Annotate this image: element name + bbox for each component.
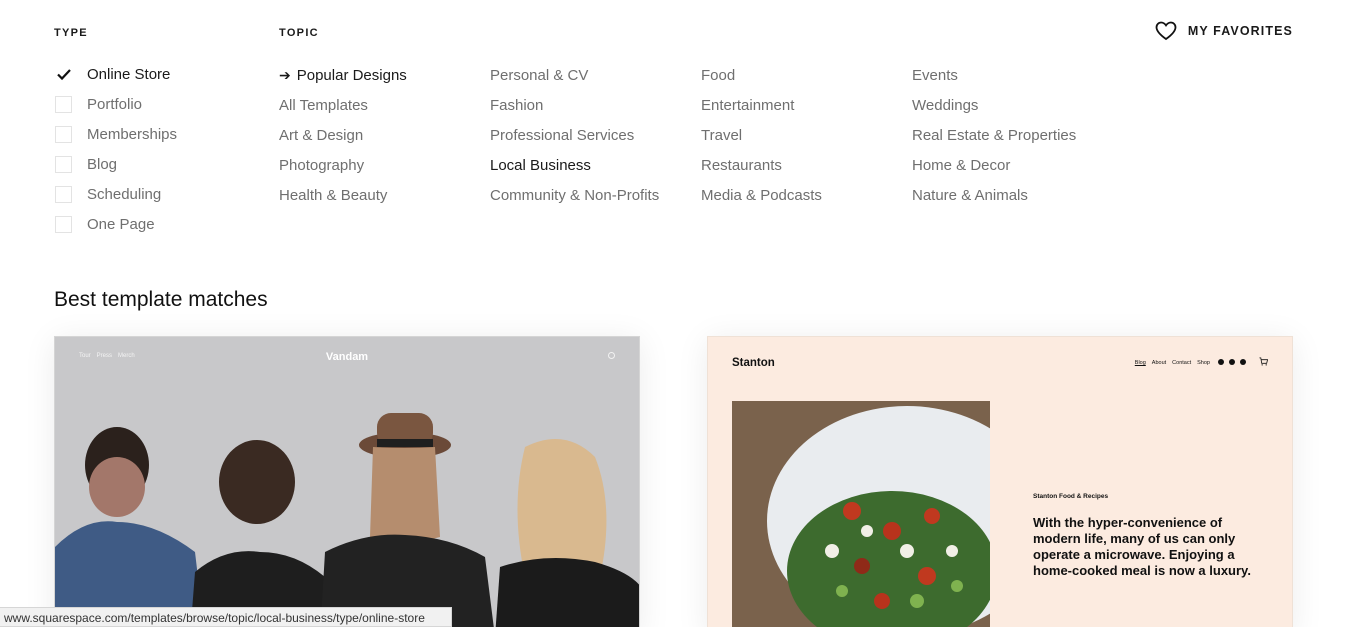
topic-column-3: Food Entertainment Travel Restaurants Me… — [701, 60, 822, 210]
template-card-stanton[interactable]: Stanton Blog About Contact Shop Stanton … — [707, 336, 1293, 627]
topic-weddings[interactable]: Weddings — [912, 90, 1076, 120]
topic-restaurants[interactable]: Restaurants — [701, 150, 822, 180]
type-heading: TYPE — [54, 27, 88, 39]
type-label: Online Store — [87, 65, 171, 83]
topic-real-estate-properties[interactable]: Real Estate & Properties — [912, 120, 1076, 150]
topic-column-4: Events Weddings Real Estate & Properties… — [912, 60, 1076, 210]
topic-label: Popular Designs — [296, 66, 407, 84]
stanton-kicker: Stanton Food & Recipes — [1033, 493, 1109, 500]
topic-local-business[interactable]: Local Business — [490, 150, 659, 180]
stanton-social-icons — [1218, 359, 1246, 365]
template-card-vandam[interactable]: Tour Press Merch Vandam — [54, 336, 640, 627]
type-label: Memberships — [87, 125, 178, 143]
topic-community-non-profits[interactable]: Community & Non-Profits — [490, 180, 659, 210]
checkbox[interactable] — [55, 125, 72, 143]
cart-icon — [1259, 357, 1268, 366]
stanton-logo: Stanton — [732, 357, 775, 369]
type-label: Scheduling — [87, 185, 162, 203]
topic-health-beauty[interactable]: Health & Beauty — [279, 180, 407, 210]
stanton-body-text: With the hyper-convenience of modern lif… — [1033, 515, 1251, 578]
topic-food[interactable]: Food — [701, 60, 822, 90]
checkbox[interactable] — [55, 155, 72, 173]
topic-media-podcasts[interactable]: Media & Podcasts — [701, 180, 822, 210]
browser-status-bar: www.squarespace.com/templates/browse/top… — [0, 607, 452, 627]
arrow-right-icon: ➔ — [279, 66, 291, 83]
vandam-title: Vandam — [325, 351, 369, 363]
people-photo — [55, 337, 639, 627]
type-item-memberships[interactable]: Memberships — [55, 119, 177, 149]
type-item-one-page[interactable]: One Page — [55, 209, 177, 239]
salad-photo — [732, 401, 990, 627]
topic-events[interactable]: Events — [912, 60, 1076, 90]
twitter-icon — [1240, 359, 1246, 365]
stanton-nav-item: Contact — [1172, 360, 1192, 366]
topic-travel[interactable]: Travel — [701, 120, 822, 150]
type-filter-list: Online Store Portfolio Memberships Blog … — [55, 59, 177, 239]
youtube-icon — [1229, 359, 1235, 365]
topic-personal-cv[interactable]: Personal & CV — [490, 60, 659, 90]
topic-professional-services[interactable]: Professional Services — [490, 120, 659, 150]
topic-column-1: ➔ Popular Designs All Templates Art & Des… — [279, 60, 407, 210]
check-icon — [57, 68, 71, 80]
type-item-scheduling[interactable]: Scheduling — [55, 179, 177, 209]
topic-column-2: Personal & CV Fashion Professional Servi… — [490, 60, 659, 210]
topic-entertainment[interactable]: Entertainment — [701, 90, 822, 120]
topic-art-design[interactable]: Art & Design — [279, 120, 407, 150]
stanton-nav-item: Blog — [1134, 360, 1146, 366]
topic-heading: TOPIC — [279, 27, 319, 39]
my-favorites-button[interactable]: MY FAVORITES — [1155, 21, 1293, 41]
type-label: One Page — [87, 215, 155, 233]
instagram-icon — [1218, 359, 1224, 365]
type-label: Blog — [87, 155, 118, 173]
stanton-nav: Blog About Contact Shop — [1135, 360, 1210, 366]
checkbox[interactable] — [55, 185, 72, 203]
type-label: Portfolio — [87, 95, 143, 113]
type-item-online-store[interactable]: Online Store — [55, 59, 177, 89]
topic-fashion[interactable]: Fashion — [490, 90, 659, 120]
stanton-nav-item: Shop — [1197, 360, 1210, 366]
checkbox-checked[interactable] — [55, 66, 72, 83]
my-favorites-label: MY FAVORITES — [1187, 24, 1293, 38]
heart-icon — [1155, 21, 1177, 41]
instagram-icon — [608, 352, 615, 359]
type-item-blog[interactable]: Blog — [55, 149, 177, 179]
checkbox[interactable] — [55, 95, 72, 113]
topic-home-decor[interactable]: Home & Decor — [912, 150, 1076, 180]
checkbox[interactable] — [55, 215, 72, 233]
topic-popular-designs[interactable]: ➔ Popular Designs — [279, 60, 407, 90]
topic-photography[interactable]: Photography — [279, 150, 407, 180]
stanton-nav-item: About — [1151, 360, 1167, 366]
section-title: Best template matches — [54, 288, 268, 311]
topic-nature-animals[interactable]: Nature & Animals — [912, 180, 1076, 210]
topic-all-templates[interactable]: All Templates — [279, 90, 407, 120]
type-item-portfolio[interactable]: Portfolio — [55, 89, 177, 119]
